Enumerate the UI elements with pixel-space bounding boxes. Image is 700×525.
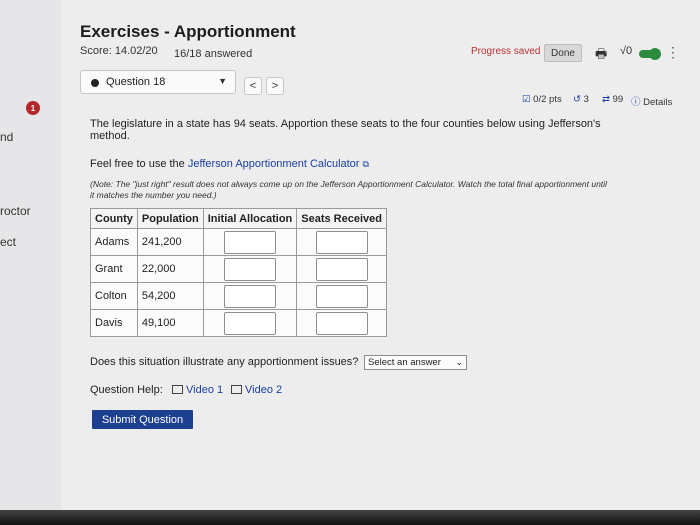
calculator-link[interactable]: Jefferson Apportionment Calculator bbox=[188, 158, 360, 170]
population-cell: 49,100 bbox=[136, 309, 204, 337]
county-cell: Colton bbox=[90, 282, 138, 310]
details-text: Details bbox=[643, 97, 673, 108]
initial-allocation-cell bbox=[202, 282, 298, 310]
attempts-icon: ⇄ bbox=[602, 94, 610, 105]
done-button[interactable]: Done bbox=[544, 44, 582, 62]
submit-question-button[interactable]: Submit Question bbox=[92, 410, 193, 429]
issue-question: Does this situation illustrate any appor… bbox=[90, 356, 359, 368]
points-meta: ☑ 0/2 pts bbox=[522, 94, 562, 105]
issue-answer-select[interactable]: Select an answer ⌄ bbox=[364, 355, 467, 370]
points-icon: ☑ bbox=[522, 94, 531, 105]
next-question-button[interactable]: > bbox=[266, 77, 284, 95]
left-panel: nd roctor ect 1 bbox=[0, 0, 60, 525]
question-text: The legislature in a state has 94 seats.… bbox=[90, 118, 601, 142]
header-population: Population bbox=[136, 208, 204, 229]
header-initial-allocation: Initial Allocation bbox=[202, 208, 298, 229]
video-icon bbox=[231, 385, 242, 394]
seats-received-cell bbox=[296, 228, 387, 256]
initial-allocation-input[interactable] bbox=[223, 284, 276, 308]
seats-received-cell bbox=[296, 282, 387, 310]
math-input-icon[interactable]: √0 bbox=[620, 45, 632, 57]
apportionment-table: County Population Initial Allocation Sea… bbox=[90, 208, 387, 337]
page-title: Exercises - Apportionment bbox=[80, 22, 296, 41]
video-2-label: Video 2 bbox=[245, 384, 283, 396]
video-2-link[interactable]: Video 2 bbox=[231, 384, 282, 396]
initial-allocation-input[interactable] bbox=[223, 311, 276, 335]
chevron-down-icon: ⌄ bbox=[455, 357, 463, 367]
details-link[interactable]: ⓘ Details bbox=[631, 94, 672, 108]
seats-received-input[interactable] bbox=[315, 311, 368, 335]
seats-received-input[interactable] bbox=[315, 284, 368, 308]
video-icon bbox=[172, 385, 183, 394]
county-cell: Grant bbox=[90, 255, 138, 283]
county-cell: Adams bbox=[90, 228, 138, 256]
seats-received-cell bbox=[296, 309, 387, 337]
question-help-label: Question Help: bbox=[90, 384, 163, 396]
header-seats-received: Seats Received bbox=[296, 208, 387, 229]
question-select[interactable]: Question 18 ▼ bbox=[80, 70, 236, 94]
prev-question-button[interactable]: < bbox=[244, 77, 262, 95]
calculator-prefix: Feel free to use the bbox=[90, 158, 188, 170]
left-label-and: nd bbox=[0, 130, 14, 144]
calculator-line: Feel free to use the Jefferson Apportion… bbox=[90, 158, 369, 170]
dropdown-caret-icon: ▼ bbox=[218, 76, 227, 86]
initial-allocation-cell bbox=[202, 309, 298, 337]
video-1-label: Video 1 bbox=[186, 384, 224, 396]
table-row: Grant 22,000 bbox=[90, 255, 387, 283]
video-1-link[interactable]: Video 1 bbox=[172, 384, 223, 396]
population-cell: 22,000 bbox=[136, 255, 204, 283]
attempts-meta: ⇄ 99 bbox=[602, 94, 623, 105]
notification-badge[interactable]: 1 bbox=[26, 101, 40, 115]
main-panel: Exercises - Apportionment Score: 14.02/2… bbox=[62, 0, 700, 525]
seats-received-input[interactable] bbox=[315, 230, 368, 254]
screen-bezel bbox=[0, 510, 700, 525]
math-toggle[interactable] bbox=[639, 48, 661, 60]
progress-saved-status: Progress saved bbox=[471, 46, 541, 57]
header-county: County bbox=[90, 208, 138, 229]
external-link-icon: ⧉ bbox=[362, 159, 369, 169]
table-row: Adams 241,200 bbox=[90, 228, 387, 256]
seats-received-cell bbox=[296, 255, 387, 283]
calculator-note: (Note: The "just right" result does not … bbox=[90, 179, 607, 200]
points-text: 0/2 pts bbox=[533, 94, 562, 105]
issue-select-value: Select an answer bbox=[368, 357, 441, 368]
left-label-ect: ect bbox=[0, 235, 17, 249]
attempts-text: 99 bbox=[612, 94, 624, 105]
initial-allocation-cell bbox=[202, 255, 298, 283]
table-row: Davis 49,100 bbox=[90, 309, 387, 337]
population-cell: 54,200 bbox=[136, 282, 204, 310]
retries-meta: ↺ 3 bbox=[573, 94, 589, 105]
question-select-label: Question 18 bbox=[106, 76, 166, 88]
bullet-icon bbox=[91, 79, 99, 87]
initial-allocation-input[interactable] bbox=[223, 257, 276, 281]
score-text: Score: 14.02/20 bbox=[80, 45, 158, 57]
initial-allocation-input[interactable] bbox=[223, 230, 276, 254]
left-label-proctor: roctor bbox=[0, 204, 31, 218]
population-cell: 241,200 bbox=[136, 228, 204, 256]
retries-text: 3 bbox=[583, 94, 589, 105]
more-menu-icon[interactable]: ⋮ bbox=[666, 44, 680, 61]
printer-icon[interactable]: 🖶 bbox=[595, 45, 607, 67]
info-icon: ⓘ bbox=[631, 97, 641, 108]
answered-count: 16/18 answered bbox=[174, 48, 253, 60]
retry-icon: ↺ bbox=[573, 94, 581, 105]
seats-received-input[interactable] bbox=[315, 257, 368, 281]
table-row: Colton 54,200 bbox=[90, 282, 387, 310]
county-cell: Davis bbox=[90, 309, 138, 337]
initial-allocation-cell bbox=[202, 228, 298, 256]
